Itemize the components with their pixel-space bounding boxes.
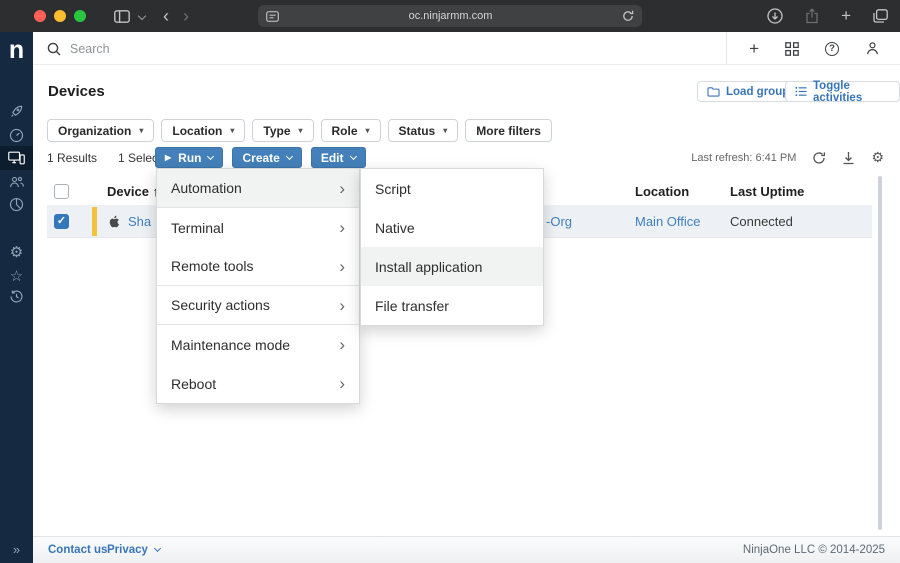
column-header-location[interactable]: Location bbox=[635, 184, 689, 199]
app-header: Search + ? bbox=[33, 32, 900, 65]
sidebar-toggle-icon[interactable] bbox=[114, 10, 130, 23]
page-footer: Contact us Privacy NinjaOne LLC © 2014-2… bbox=[33, 536, 900, 563]
table-settings-gear-icon[interactable]: ⚙ bbox=[871, 149, 884, 166]
contact-us-link[interactable]: Contact us bbox=[48, 544, 107, 556]
column-header-last-uptime[interactable]: Last Uptime bbox=[730, 184, 804, 199]
apps-grid-icon[interactable] bbox=[785, 42, 799, 56]
device-name-link[interactable]: Sha bbox=[128, 214, 151, 229]
more-filters-button[interactable]: More filters bbox=[465, 119, 552, 142]
chevron-down-icon: ▾ bbox=[366, 126, 370, 135]
chevron-right-icon: › bbox=[339, 336, 345, 353]
chevron-down-icon: ▾ bbox=[443, 126, 447, 135]
filter-organization[interactable]: Organization▾ bbox=[47, 119, 154, 142]
chevron-right-icon: › bbox=[339, 375, 345, 392]
apple-icon bbox=[107, 214, 120, 229]
rocket-icon[interactable] bbox=[0, 100, 33, 123]
list-icon bbox=[795, 86, 807, 97]
search-placeholder: Search bbox=[70, 42, 110, 56]
create-button[interactable]: Create bbox=[232, 147, 301, 168]
export-download-icon[interactable] bbox=[842, 151, 855, 165]
automation-submenu: Script Native Install application File t… bbox=[360, 168, 544, 326]
end-users-icon[interactable] bbox=[0, 170, 33, 193]
reader-icon[interactable] bbox=[266, 11, 279, 22]
dashboard-gauge-icon[interactable] bbox=[0, 124, 33, 147]
filter-location[interactable]: Location▾ bbox=[161, 119, 245, 142]
recent-history-icon[interactable] bbox=[0, 285, 33, 308]
last-uptime-value: Connected bbox=[730, 214, 793, 229]
chevron-right-icon: › bbox=[339, 180, 345, 197]
table-scrollbar[interactable] bbox=[878, 176, 882, 530]
results-count: 1 Results bbox=[47, 151, 97, 165]
chevron-right-icon: › bbox=[339, 297, 345, 314]
help-icon[interactable]: ? bbox=[825, 42, 839, 56]
url-text: oc.ninjarmm.com bbox=[279, 10, 622, 22]
row-checkbox[interactable]: ✓ bbox=[54, 214, 69, 229]
minimize-window-button[interactable] bbox=[54, 10, 66, 22]
menu-item-security-actions[interactable]: Security actions› bbox=[157, 286, 359, 325]
user-account-icon[interactable] bbox=[865, 41, 880, 56]
tab-overview-icon[interactable] bbox=[873, 9, 888, 23]
menu-item-remote-tools[interactable]: Remote tools› bbox=[157, 247, 359, 286]
submenu-item-script[interactable]: Script bbox=[361, 169, 543, 208]
administration-gear-icon[interactable]: ⚙ bbox=[0, 240, 33, 263]
status-color-bar bbox=[92, 207, 97, 236]
submenu-item-native[interactable]: Native bbox=[361, 208, 543, 247]
load-group-button[interactable]: Load group bbox=[697, 81, 799, 102]
filter-type[interactable]: Type▾ bbox=[252, 119, 313, 142]
global-search[interactable]: Search bbox=[47, 32, 110, 65]
menu-item-automation[interactable]: Automation› bbox=[157, 169, 359, 208]
chevron-right-icon: › bbox=[339, 258, 345, 275]
ninjaone-logo[interactable]: n bbox=[0, 36, 33, 65]
quick-add-icon[interactable]: + bbox=[749, 39, 759, 59]
folder-icon bbox=[707, 86, 720, 97]
menu-item-maintenance-mode[interactable]: Maintenance mode› bbox=[157, 325, 359, 364]
menu-item-reboot[interactable]: Reboot› bbox=[157, 364, 359, 403]
organization-link[interactable]: -Org bbox=[546, 214, 572, 229]
favorites-star-icon[interactable]: ☆ bbox=[0, 264, 33, 287]
new-tab-icon[interactable]: + bbox=[841, 6, 851, 26]
filter-status[interactable]: Status▾ bbox=[388, 119, 459, 142]
reports-pie-icon[interactable] bbox=[0, 193, 33, 216]
back-icon[interactable]: ‹ bbox=[163, 6, 169, 27]
toggle-activities-button[interactable]: Toggle activities bbox=[785, 81, 900, 102]
chevron-down-icon bbox=[154, 545, 161, 552]
share-icon[interactable] bbox=[805, 8, 819, 24]
close-window-button[interactable] bbox=[34, 10, 46, 22]
chevron-down-icon: ▾ bbox=[139, 126, 143, 135]
sidebar-chevron-icon[interactable] bbox=[139, 13, 145, 19]
chevron-down-icon bbox=[207, 152, 214, 159]
run-button[interactable]: ▶ Run bbox=[155, 147, 223, 168]
column-header-device[interactable]: Device ↑ bbox=[107, 184, 159, 199]
zoom-window-button[interactable] bbox=[74, 10, 86, 22]
chevron-right-icon: › bbox=[339, 219, 345, 236]
last-refresh-label: Last refresh: 6:41 PM bbox=[691, 152, 796, 164]
select-all-checkbox[interactable] bbox=[54, 184, 69, 199]
submenu-item-file-transfer[interactable]: File transfer bbox=[361, 286, 543, 325]
browser-chrome: ‹ › oc.ninjarmm.com + bbox=[0, 0, 900, 32]
page-title: Devices bbox=[48, 83, 105, 100]
forward-icon[interactable]: › bbox=[183, 6, 189, 27]
run-dropdown-menu: Automation› Terminal› Remote tools› Secu… bbox=[156, 168, 360, 404]
chevron-down-icon bbox=[349, 152, 356, 159]
edit-button[interactable]: Edit bbox=[311, 147, 366, 168]
filter-role[interactable]: Role▾ bbox=[321, 119, 381, 142]
chevron-down-icon bbox=[286, 152, 293, 159]
chevron-down-icon: ▾ bbox=[230, 126, 234, 135]
address-bar[interactable]: oc.ninjarmm.com bbox=[258, 5, 642, 27]
copyright-text: NinjaOne LLC © 2014-2025 bbox=[743, 544, 885, 556]
reload-icon[interactable] bbox=[622, 10, 634, 22]
app-sidebar: n ⚙ ☆ » bbox=[0, 32, 33, 563]
privacy-link[interactable]: Privacy bbox=[107, 544, 160, 556]
location-link[interactable]: Main Office bbox=[635, 214, 701, 229]
refresh-icon[interactable] bbox=[812, 151, 826, 165]
play-icon: ▶ bbox=[165, 153, 171, 162]
sidebar-expand-icon[interactable]: » bbox=[0, 542, 33, 557]
search-icon bbox=[47, 42, 61, 56]
downloads-icon[interactable] bbox=[767, 8, 783, 24]
chevron-down-icon: ▾ bbox=[299, 126, 303, 135]
menu-item-terminal[interactable]: Terminal› bbox=[157, 208, 359, 247]
submenu-item-install-application[interactable]: Install application bbox=[361, 247, 543, 286]
devices-icon[interactable] bbox=[0, 146, 33, 170]
